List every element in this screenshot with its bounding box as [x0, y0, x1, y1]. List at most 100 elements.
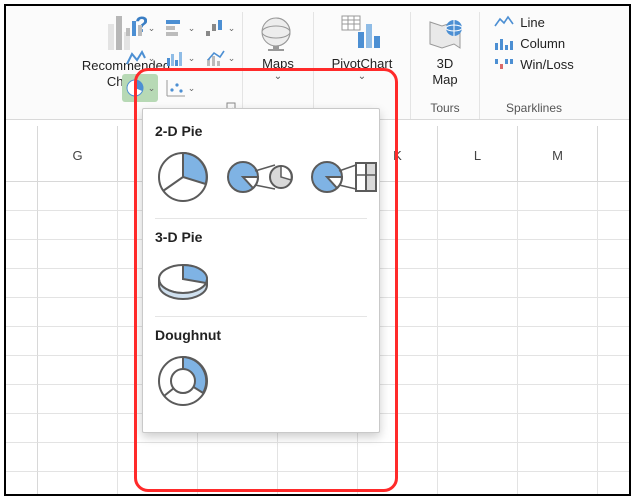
cell[interactable]: [438, 414, 518, 443]
globe-icon: [258, 14, 298, 52]
cell[interactable]: [518, 240, 598, 269]
cell[interactable]: [198, 443, 278, 472]
cell[interactable]: [598, 356, 629, 385]
chart-type-grid: ⌄ ⌄ ⌄ ⌄ ⌄: [122, 14, 238, 102]
cell[interactable]: [278, 443, 358, 472]
cell[interactable]: [118, 443, 198, 472]
pie-chart-button[interactable]: ⌄: [122, 74, 158, 102]
sparkline-line-button[interactable]: Line: [490, 13, 577, 31]
cell[interactable]: [438, 472, 518, 494]
column-header[interactable]: L: [438, 126, 518, 182]
cell[interactable]: [598, 414, 629, 443]
row-header[interactable]: [6, 211, 38, 240]
pie-2d-option[interactable]: [155, 149, 211, 208]
cell[interactable]: [38, 356, 118, 385]
cell[interactable]: [38, 269, 118, 298]
sparkline-winloss-label: Win/Loss: [520, 57, 573, 72]
cell[interactable]: [38, 472, 118, 494]
cell[interactable]: [518, 443, 598, 472]
column-header[interactable]: M: [518, 126, 598, 182]
3d-map-button[interactable]: 3D Map: [418, 12, 472, 91]
row-header[interactable]: [6, 182, 38, 211]
cell[interactable]: [438, 327, 518, 356]
cell[interactable]: [38, 182, 118, 211]
group-maps: Maps ⌄: [243, 12, 314, 119]
cell[interactable]: [518, 211, 598, 240]
pie-3d-option[interactable]: [155, 255, 215, 306]
column-header[interactable]: G: [38, 126, 118, 182]
cell[interactable]: [518, 414, 598, 443]
cell[interactable]: [438, 240, 518, 269]
cell[interactable]: [518, 269, 598, 298]
group-pivotchart: PivotChart ⌄: [314, 12, 411, 119]
row-header[interactable]: [6, 327, 38, 356]
cell[interactable]: [358, 472, 438, 494]
cell[interactable]: [518, 385, 598, 414]
cell[interactable]: [438, 269, 518, 298]
pie-of-pie-option[interactable]: [225, 153, 295, 204]
cell[interactable]: [598, 211, 629, 240]
row-header[interactable]: [6, 385, 38, 414]
cell[interactable]: [278, 472, 358, 494]
3d-map-label: 3D Map: [432, 56, 457, 89]
sparkline-column-button[interactable]: Column: [490, 34, 577, 52]
bar-chart-button[interactable]: ⌄: [162, 14, 198, 42]
cell[interactable]: [358, 443, 438, 472]
cell[interactable]: [598, 298, 629, 327]
cell[interactable]: [598, 443, 629, 472]
sparkline-winloss-button[interactable]: Win/Loss: [490, 55, 577, 73]
row-header[interactable]: [6, 443, 38, 472]
column-header[interactable]: [598, 126, 629, 182]
cell[interactable]: [38, 414, 118, 443]
cell[interactable]: [598, 327, 629, 356]
maps-label: Maps: [262, 56, 294, 72]
cell[interactable]: [38, 327, 118, 356]
cell[interactable]: [518, 472, 598, 494]
cell[interactable]: [598, 472, 629, 494]
row-header[interactable]: [6, 356, 38, 385]
combo-chart-button[interactable]: ⌄: [202, 44, 238, 72]
cell[interactable]: [518, 298, 598, 327]
row-header[interactable]: [6, 240, 38, 269]
cell[interactable]: [438, 298, 518, 327]
cell[interactable]: [518, 327, 598, 356]
maps-button[interactable]: Maps ⌄: [252, 12, 304, 84]
cell[interactable]: [438, 182, 518, 211]
cell[interactable]: [38, 385, 118, 414]
cell[interactable]: [438, 356, 518, 385]
row-header[interactable]: [6, 269, 38, 298]
pie-3d-icon: [155, 255, 215, 303]
tours-group-title: Tours: [430, 101, 459, 115]
pivotchart-button[interactable]: PivotChart ⌄: [326, 12, 399, 84]
cell[interactable]: [198, 472, 278, 494]
sparklines-group-title: Sparklines: [506, 101, 562, 115]
cell[interactable]: [518, 182, 598, 211]
cell[interactable]: [598, 240, 629, 269]
cell[interactable]: [438, 443, 518, 472]
bar-of-pie-option[interactable]: [309, 153, 379, 204]
cell[interactable]: [38, 211, 118, 240]
cell[interactable]: [38, 443, 118, 472]
statistic-chart-button[interactable]: ⌄: [162, 44, 198, 72]
cell[interactable]: [438, 211, 518, 240]
cell[interactable]: [598, 269, 629, 298]
cell[interactable]: [38, 240, 118, 269]
cell[interactable]: [118, 472, 198, 494]
sparkline-line-label: Line: [520, 15, 545, 30]
cell[interactable]: [518, 356, 598, 385]
cell[interactable]: [598, 385, 629, 414]
doughnut-option[interactable]: [155, 353, 211, 412]
cell[interactable]: [438, 385, 518, 414]
row-header[interactable]: [6, 414, 38, 443]
row-header[interactable]: [6, 472, 38, 494]
select-all-corner[interactable]: [6, 126, 38, 182]
pie-of-pie-icon: [225, 153, 295, 201]
column-chart-button[interactable]: ⌄: [122, 14, 158, 42]
cell[interactable]: [598, 182, 629, 211]
pie-chart-dropdown-panel: 2-D Pie: [142, 108, 380, 433]
scatter-chart-button[interactable]: ⌄: [162, 74, 198, 102]
hierarchy-chart-button[interactable]: ⌄: [122, 44, 158, 72]
row-header[interactable]: [6, 298, 38, 327]
cell[interactable]: [38, 298, 118, 327]
waterfall-chart-button[interactable]: ⌄: [202, 14, 238, 42]
